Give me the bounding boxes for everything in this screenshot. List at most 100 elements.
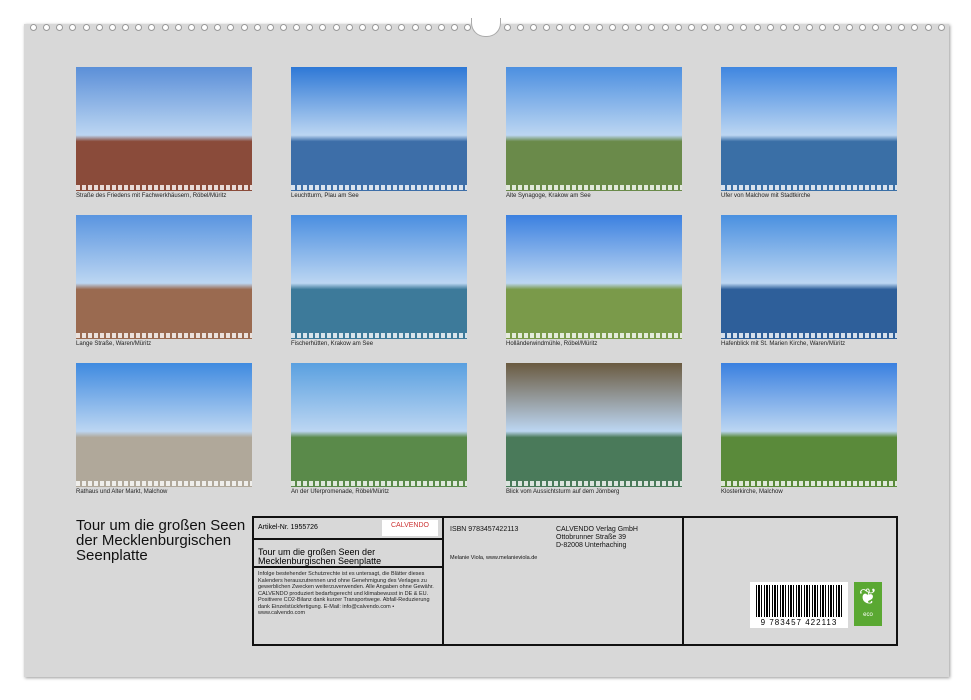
ring: [267, 24, 274, 31]
ring: [175, 24, 182, 31]
ring: [938, 24, 945, 31]
ring: [227, 24, 234, 31]
ring: [859, 24, 866, 31]
ring: [767, 24, 774, 31]
photo-tile: Rathaus und Alter Markt, Malchow: [76, 363, 252, 495]
month-strip: [291, 481, 467, 486]
month-strip: [291, 185, 467, 190]
ring: [530, 24, 537, 31]
photo: [506, 363, 682, 487]
month-strip: [506, 185, 682, 190]
calendar-title: Tour um die großen Seen der Mecklenburgi…: [76, 518, 246, 563]
month-strip: [76, 481, 252, 486]
ring: [254, 24, 261, 31]
legal-text: Infolge bestehender Schutzrechte ist es …: [254, 568, 442, 620]
photo-caption: Rathaus und Alter Markt, Malchow: [76, 489, 252, 495]
photo: [76, 363, 252, 487]
ring: [359, 24, 366, 31]
ring: [280, 24, 287, 31]
ring: [727, 24, 734, 31]
photo: [506, 215, 682, 339]
photo-caption: Alte Synagoge, Krakow am See: [506, 193, 682, 199]
photo-caption: An der Uferpromenade, Röbel/Müritz: [291, 489, 467, 495]
photo: [721, 215, 897, 339]
ring: [398, 24, 405, 31]
ring: [372, 24, 379, 31]
isbn: ISBN 9783457422113: [450, 526, 518, 533]
ring: [69, 24, 76, 31]
month-strip: [506, 333, 682, 338]
ring: [43, 24, 50, 31]
ring: [96, 24, 103, 31]
ring: [701, 24, 708, 31]
photo-caption: Holländerwindmühle, Röbel/Müritz: [506, 341, 682, 347]
subtitle: Tour um die großen Seen der Mecklenburgi…: [254, 540, 442, 568]
photo-tile: Alte Synagoge, Krakow am See: [506, 67, 682, 199]
info-box: Artikel-Nr. 1955726 CALVENDO Tour um die…: [252, 516, 898, 646]
ring: [911, 24, 918, 31]
photo-tile: Leuchtturm, Plau am See: [291, 67, 467, 199]
photo: [291, 215, 467, 339]
photo-tile: Lange Straße, Waren/Müritz: [76, 215, 252, 347]
ring: [451, 24, 458, 31]
photo-caption: Blick vom Aussichtsturm auf dem Jörnberg: [506, 489, 682, 495]
ring: [596, 24, 603, 31]
ring: [162, 24, 169, 31]
month-strip: [76, 333, 252, 338]
ring: [293, 24, 300, 31]
ring: [583, 24, 590, 31]
photo-tile: Ufer von Malchow mit Stadtkirche: [721, 67, 897, 199]
month-strip: [721, 185, 897, 190]
photo: [721, 363, 897, 487]
author: Melanie Viola, www.melanieviola.de: [450, 555, 537, 561]
photo-caption: Leuchtturm, Plau am See: [291, 193, 467, 199]
ring: [846, 24, 853, 31]
photo: [291, 67, 467, 191]
ring: [241, 24, 248, 31]
month-strip: [721, 481, 897, 486]
ring: [740, 24, 747, 31]
ring: [622, 24, 629, 31]
ring: [83, 24, 90, 31]
ring: [885, 24, 892, 31]
publisher-street: Ottobrunner Straße 39: [556, 534, 638, 542]
ring: [346, 24, 353, 31]
ring: [819, 24, 826, 31]
month-strip: [76, 185, 252, 190]
ring: [438, 24, 445, 31]
ring: [385, 24, 392, 31]
photo-caption: Straße des Friedens mit Fachwerkhäusern,…: [76, 193, 252, 199]
month-strip: [721, 333, 897, 338]
ring: [201, 24, 208, 31]
publisher-name: CALVENDO Verlag GmbH: [556, 526, 638, 534]
ring: [412, 24, 419, 31]
photo-tile: Blick vom Aussichtsturm auf dem Jörnberg: [506, 363, 682, 495]
eco-leaf-icon: ❦eco: [854, 582, 882, 626]
photo-tile: Hafenblick mit St. Marien Kirche, Waren/…: [721, 215, 897, 347]
ring: [148, 24, 155, 31]
photo: [291, 363, 467, 487]
ring: [504, 24, 511, 31]
ring: [188, 24, 195, 31]
ring: [30, 24, 37, 31]
ring: [135, 24, 142, 31]
ring: [609, 24, 616, 31]
ring: [425, 24, 432, 31]
ring: [635, 24, 642, 31]
photo: [76, 67, 252, 191]
ring: [648, 24, 655, 31]
ring: [833, 24, 840, 31]
photo-tile: An der Uferpromenade, Röbel/Müritz: [291, 363, 467, 495]
ring: [543, 24, 550, 31]
photo: [506, 67, 682, 191]
ring: [56, 24, 63, 31]
publisher-city: D-82008 Unterhaching: [556, 542, 638, 550]
ring: [714, 24, 721, 31]
photo-caption: Ufer von Malchow mit Stadtkirche: [721, 193, 897, 199]
article-number: Artikel-Nr. 1955726: [258, 524, 318, 531]
barcode: 9 783457 422113: [750, 582, 848, 628]
photo-caption: Klosterkirche, Malchow: [721, 489, 897, 495]
ring: [806, 24, 813, 31]
ring: [122, 24, 129, 31]
ring: [319, 24, 326, 31]
